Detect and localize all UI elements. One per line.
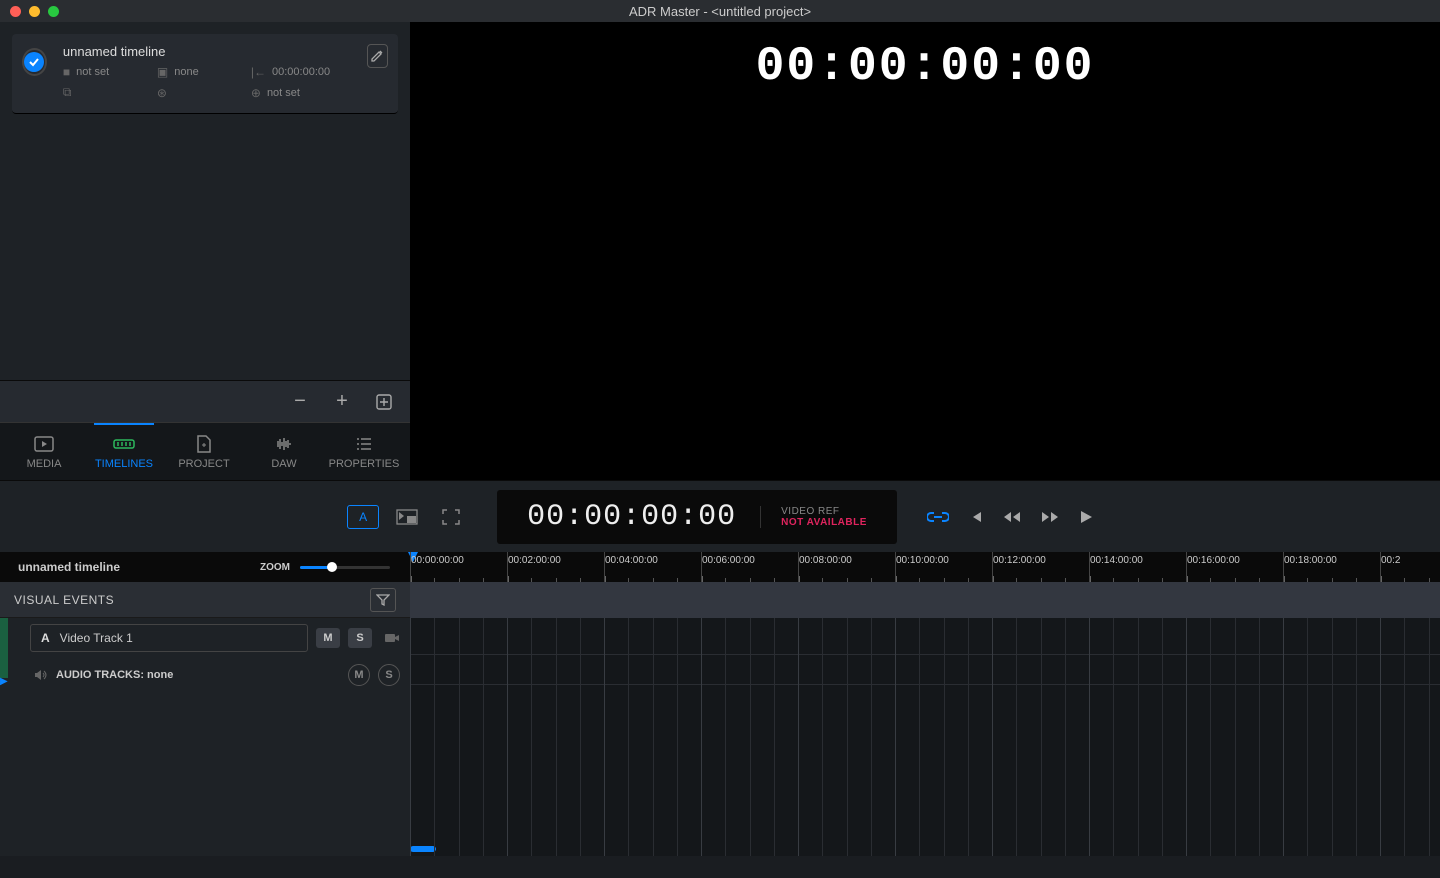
globe-icon: ⊕ — [251, 86, 261, 100]
check-icon — [28, 56, 40, 68]
view-fullscreen-button[interactable] — [435, 505, 467, 529]
video-ref-status: NOT AVAILABLE — [781, 517, 867, 528]
fastforward-button[interactable] — [1041, 510, 1059, 524]
window-minimize-button[interactable] — [29, 6, 40, 17]
meta-picture: ▣none — [157, 65, 247, 79]
fastforward-icon — [1041, 510, 1059, 524]
tabs-bar: MEDIA TIMELINES PROJECT DAW PROPERTIES — [0, 422, 410, 480]
copy-icon: ⧉ — [63, 85, 72, 100]
remove-button[interactable]: − — [280, 386, 320, 418]
timeline-header: unnamed timeline ZOOM 00:00:00:00 00:02:0… — [0, 552, 1440, 582]
window-title: ADR Master - <untitled project> — [629, 4, 811, 19]
meta-video: ■not set — [63, 65, 153, 79]
pencil-icon — [370, 49, 384, 63]
ruler-tick: 00:14:00:00 — [1089, 552, 1143, 582]
fullscreen-icon — [442, 509, 460, 525]
audio-mute-button[interactable]: M — [348, 664, 370, 686]
scroll-handle[interactable] — [410, 846, 436, 852]
titlebar: ADR Master - <untitled project> — [0, 0, 1440, 22]
ruler[interactable]: 00:00:00:00 00:02:00:00 00:04:00:00 00:06:0… — [410, 552, 1440, 582]
goto-start-button[interactable] — [969, 510, 983, 524]
ruler-tick: 00:18:00:00 — [1283, 552, 1337, 582]
meta-copy: ⧉ — [63, 85, 153, 100]
track-active-strip — [0, 618, 8, 678]
timeline-card[interactable]: unnamed timeline ■not set ▣none |←00:00:… — [12, 34, 398, 114]
timelines-icon — [113, 434, 135, 454]
track-content[interactable] — [410, 618, 1440, 856]
track-letter: A — [41, 631, 50, 645]
tab-project[interactable]: PROJECT — [164, 423, 244, 480]
ruler-tick: 00:16:00:00 — [1186, 552, 1240, 582]
filter-button[interactable] — [370, 588, 396, 612]
view-a-button[interactable]: A — [347, 505, 379, 529]
video-mute-button[interactable]: M — [316, 628, 340, 648]
rewind-icon — [1003, 510, 1021, 524]
ruler-tick: 00:02:00:00 — [507, 552, 561, 582]
link-button[interactable] — [927, 510, 949, 524]
timecode-display: 00:00:00:00 VIDEO REF NOT AVAILABLE — [497, 490, 897, 544]
speaker-icon — [34, 669, 48, 681]
ruler-tick: 00:12:00:00 — [992, 552, 1046, 582]
zoom-control[interactable]: ZOOM — [260, 562, 410, 573]
transport-bar: A 00:00:00:00 VIDEO REF NOT AVAILABLE — [0, 480, 1440, 552]
zoom-thumb[interactable] — [327, 562, 337, 572]
tab-timelines[interactable]: TIMELINES — [84, 423, 164, 480]
ruler-tick: 00:06:00:00 — [701, 552, 755, 582]
track-headers: ▶ A Video Track 1 M S AUDIO TRACKS: none… — [0, 618, 410, 856]
transport-timecode: 00:00:00:00 — [527, 500, 736, 534]
play-button[interactable] — [1079, 510, 1093, 524]
ruler-tick: 00:04:00:00 — [604, 552, 658, 582]
pip-icon — [396, 509, 418, 525]
ruler-tick: 00:10:00:00 — [895, 552, 949, 582]
track-play-marker: ▶ — [0, 676, 8, 687]
ruler-tick: 00:00:00:00 — [410, 552, 464, 582]
daw-icon — [274, 434, 294, 454]
reel-icon: ⊛ — [157, 86, 167, 100]
video-track-name: Video Track 1 — [60, 631, 133, 645]
tab-properties[interactable]: PROPERTIES — [324, 423, 404, 480]
filter-icon — [376, 594, 390, 606]
timeline-header-name: unnamed timeline — [0, 560, 260, 574]
media-icon — [34, 434, 54, 454]
tab-media[interactable]: MEDIA — [4, 423, 84, 480]
add-box-icon — [375, 393, 393, 411]
link-icon — [927, 510, 949, 524]
video-ref-label: VIDEO REF — [781, 506, 867, 517]
marker-icon: |← — [251, 65, 266, 79]
window-close-button[interactable] — [10, 6, 21, 17]
panel-toolbar: − + — [0, 380, 410, 422]
video-track-row[interactable]: A Video Track 1 — [30, 624, 308, 652]
tab-daw[interactable]: DAW — [244, 423, 324, 480]
visual-events-header: VISUAL EVENTS — [0, 582, 410, 618]
camera-icon — [384, 632, 400, 644]
camera-icon: ■ — [63, 65, 70, 79]
meta-globe: ⊕not set — [251, 85, 351, 100]
ruler-tick: 00:08:00:00 — [798, 552, 852, 582]
timeline-active-indicator[interactable] — [22, 48, 47, 76]
image-icon: ▣ — [157, 65, 168, 79]
window-zoom-button[interactable] — [48, 6, 59, 17]
add-button[interactable]: + — [322, 386, 362, 418]
view-pip-button[interactable] — [391, 505, 423, 529]
timeline-name: unnamed timeline — [63, 44, 351, 59]
zoom-slider[interactable] — [300, 566, 390, 569]
video-timecode: 00:00:00:00 — [756, 40, 1095, 94]
video-preview: 00:00:00:00 — [410, 22, 1440, 480]
meta-timecode: |←00:00:00:00 — [251, 65, 351, 79]
play-icon — [1079, 510, 1093, 524]
video-solo-button[interactable]: S — [348, 628, 372, 648]
rewind-button[interactable] — [1003, 510, 1021, 524]
edit-timeline-button[interactable] — [367, 44, 388, 68]
new-timeline-button[interactable] — [364, 386, 404, 418]
audio-tracks-label: AUDIO TRACKS: none — [56, 669, 340, 681]
ruler-tick: 00:2 — [1380, 552, 1400, 582]
meta-reel: ⊛ — [157, 85, 247, 100]
properties-icon — [355, 434, 373, 454]
visual-events-track[interactable] — [410, 582, 1440, 618]
project-icon — [196, 434, 212, 454]
left-panel: unnamed timeline ■not set ▣none |←00:00:… — [0, 22, 410, 480]
goto-start-icon — [969, 510, 983, 524]
visual-events-label: VISUAL EVENTS — [14, 593, 114, 607]
audio-solo-button[interactable]: S — [378, 664, 400, 686]
